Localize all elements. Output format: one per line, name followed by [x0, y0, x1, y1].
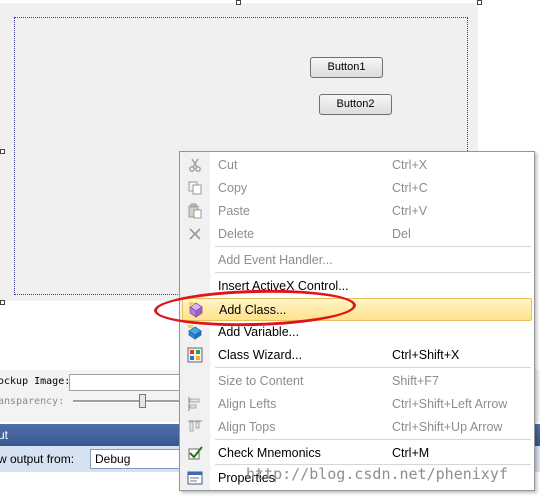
menu-item-shortcut: Ctrl+X	[392, 158, 428, 172]
properties-icon	[187, 470, 203, 486]
button1-control[interactable]: Button1	[310, 57, 383, 78]
add-class-icon	[188, 302, 204, 318]
menu-separator	[215, 439, 531, 440]
menu-item-label: Align Tops	[218, 420, 276, 434]
context-menu: Cut Ctrl+X Copy Ctrl+C Paste Ctrl+V Delete Del A…	[179, 151, 535, 491]
menu-item-properties[interactable]: Properties	[182, 467, 532, 490]
menu-item-shortcut: Ctrl+C	[392, 181, 428, 195]
menu-item-label: Add Event Handler...	[218, 253, 333, 267]
resize-handle-top[interactable]	[236, 0, 241, 5]
menu-item-icon-slot	[187, 373, 203, 389]
menu-item-label: Insert ActiveX Control...	[218, 279, 349, 293]
menu-item-label: Size to Content	[218, 374, 304, 388]
button1-label: Button1	[327, 61, 366, 73]
menu-item-shortcut: Ctrl+Shift+Left Arrow	[392, 397, 508, 411]
output-title: ut	[0, 428, 9, 442]
menu-item-add-variable[interactable]: Add Variable...	[182, 321, 532, 344]
menu-separator	[215, 272, 531, 273]
copy-icon	[187, 180, 203, 196]
menu-item-shortcut: Del	[392, 227, 411, 241]
menu-item-icon-slot	[187, 278, 203, 294]
menu-separator	[215, 246, 531, 247]
paste-icon	[187, 203, 203, 219]
menu-item-label: Check Mnemonics	[218, 446, 321, 460]
menu-item-shortcut: Ctrl+Shift+Up Arrow	[392, 420, 503, 434]
mockup-image-label: ockup Image:	[0, 376, 71, 387]
menu-separator	[215, 367, 531, 368]
menu-item-check-mnemonics[interactable]: Check Mnemonics Ctrl+M	[182, 442, 532, 465]
menu-item-label: Paste	[218, 204, 250, 218]
output-source-value: Debug	[95, 452, 131, 466]
menu-item-cut[interactable]: Cut Ctrl+X	[182, 154, 532, 177]
menu-item-label: Add Class...	[219, 303, 287, 317]
menu-item-label: Delete	[218, 227, 255, 241]
align-top-icon	[187, 419, 203, 435]
mockup-image-input[interactable]	[69, 374, 191, 391]
resize-handle-bottom-left[interactable]	[0, 300, 5, 305]
menu-item-add-class[interactable]: Add Class...	[182, 298, 532, 321]
scissors-icon	[187, 157, 203, 173]
output-source-select[interactable]: Debug	[90, 449, 182, 469]
transparency-slider-thumb[interactable]	[139, 394, 146, 408]
menu-item-label: Class Wizard...	[218, 348, 303, 362]
menu-item-shortcut: Ctrl+V	[392, 204, 428, 218]
button2-label: Button2	[336, 98, 375, 110]
menu-item-copy[interactable]: Copy Ctrl+C	[182, 177, 532, 200]
add-variable-icon	[187, 324, 203, 340]
transparency-label: ansparency:	[0, 396, 65, 407]
resize-handle-top-right[interactable]	[477, 0, 482, 5]
menu-item-label: Copy	[218, 181, 248, 195]
menu-item-insert-activex-control[interactable]: Insert ActiveX Control...	[182, 275, 532, 298]
resize-handle-left[interactable]	[0, 149, 5, 154]
menu-item-align-tops[interactable]: Align Tops Ctrl+Shift+Up Arrow	[182, 416, 532, 439]
menu-item-shortcut: Ctrl+M	[392, 446, 430, 460]
menu-item-paste[interactable]: Paste Ctrl+V	[182, 200, 532, 223]
show-output-from-label: w output from:	[0, 452, 75, 466]
menu-item-label: Add Variable...	[218, 325, 300, 339]
menu-item-delete[interactable]: Delete Del	[182, 223, 532, 246]
align-left-icon	[187, 396, 203, 412]
menu-item-class-wizard[interactable]: Class Wizard... Ctrl+Shift+X	[182, 344, 532, 367]
delete-x-icon	[187, 226, 203, 242]
menu-item-label: Align Lefts	[218, 397, 277, 411]
transparency-slider-track[interactable]	[73, 400, 183, 403]
menu-item-size-to-content[interactable]: Size to Content Shift+F7	[182, 370, 532, 393]
menu-item-add-event-handler[interactable]: Add Event Handler...	[182, 249, 532, 272]
menu-item-icon-slot	[187, 252, 203, 268]
menu-item-shortcut: Ctrl+Shift+X	[392, 348, 460, 362]
check-mnemonics-icon	[187, 445, 203, 461]
menu-item-shortcut: Shift+F7	[392, 374, 439, 388]
menu-item-label: Cut	[218, 158, 238, 172]
button2-control[interactable]: Button2	[319, 94, 392, 115]
menu-item-label: Properties	[218, 471, 275, 485]
menu-item-align-lefts[interactable]: Align Lefts Ctrl+Shift+Left Arrow	[182, 393, 532, 416]
class-wizard-icon	[187, 347, 203, 363]
